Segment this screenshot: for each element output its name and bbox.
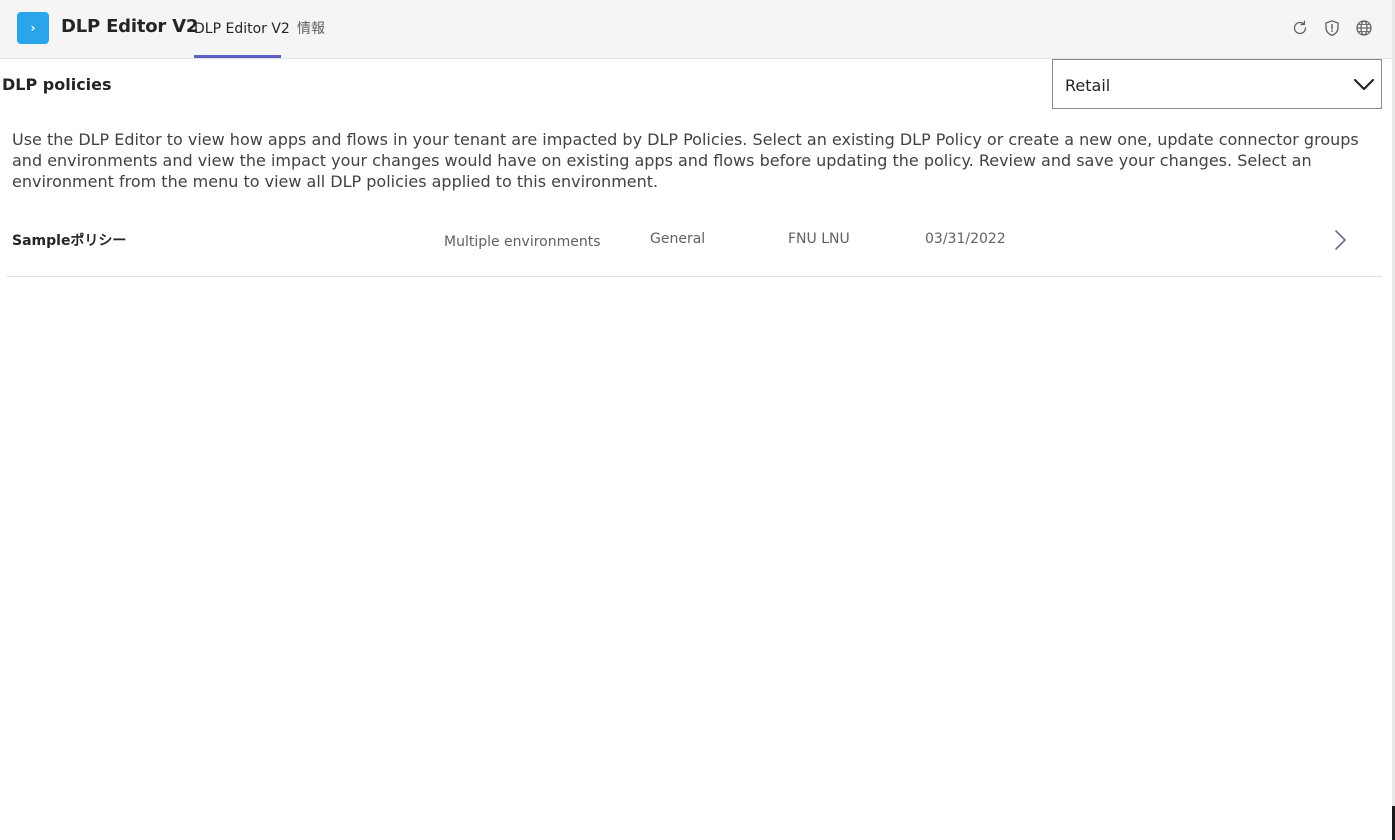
chevron-down-icon bbox=[1353, 74, 1375, 94]
app-icon-glyph: › bbox=[30, 21, 36, 35]
tab-dlp-editor[interactable]: DLP Editor V2 bbox=[194, 0, 290, 58]
globe-icon[interactable] bbox=[1354, 18, 1374, 38]
chevron-right-icon[interactable] bbox=[1333, 229, 1349, 251]
app-header: › DLP Editor V2 DLP Editor V2 情報 bbox=[0, 0, 1392, 59]
app-title: DLP Editor V2 bbox=[61, 16, 199, 37]
environment-select[interactable]: Retail bbox=[1052, 59, 1382, 109]
description-text: Use the DLP Editor to view how apps and … bbox=[12, 130, 1359, 191]
tab-info[interactable]: 情報 bbox=[297, 0, 325, 58]
policy-group: General bbox=[650, 231, 706, 247]
policy-name: Sampleポリシー bbox=[12, 233, 127, 249]
app-icon[interactable]: › bbox=[17, 12, 49, 44]
shield-icon[interactable] bbox=[1322, 18, 1342, 38]
policy-owner: FNU LNU bbox=[788, 231, 850, 247]
policy-environments: Multiple environments bbox=[444, 234, 601, 250]
refresh-icon[interactable] bbox=[1290, 18, 1310, 38]
policy-row[interactable]: Sampleポリシー Multiple environments General… bbox=[7, 214, 1382, 277]
section-title: DLP policies bbox=[2, 75, 112, 94]
environment-select-value: Retail bbox=[1065, 76, 1111, 95]
policy-date: 03/31/2022 bbox=[925, 231, 1006, 247]
